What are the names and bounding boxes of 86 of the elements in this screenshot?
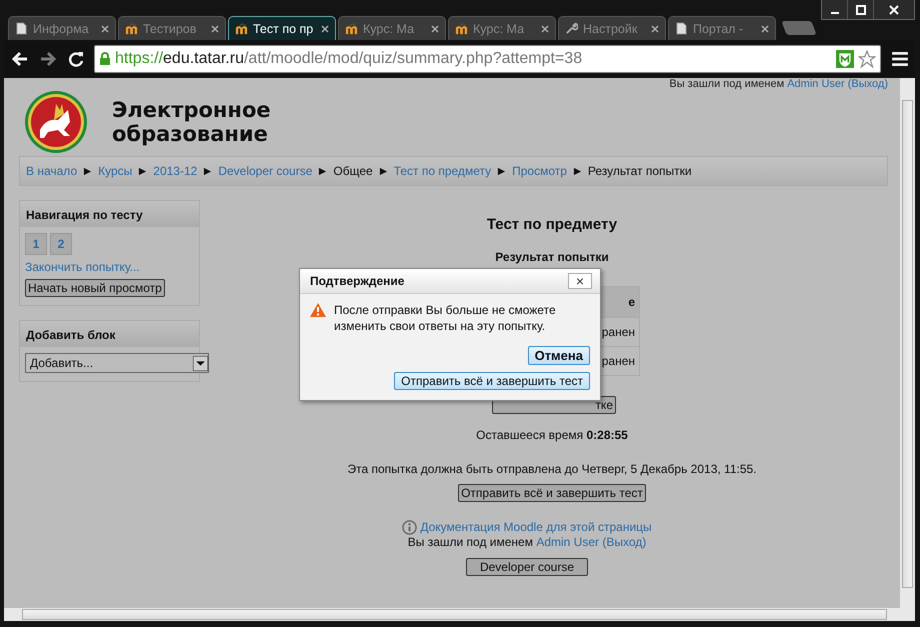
minimize-button[interactable] xyxy=(822,0,848,19)
documentation-link[interactable]: Документация Moodle для этой страницы xyxy=(420,520,652,535)
page-icon xyxy=(675,22,688,35)
breadcrumb-link[interactable]: Тест по предмету xyxy=(394,164,492,178)
add-block-dropdown[interactable]: Добавить... xyxy=(25,353,209,373)
submit-all-button[interactable]: Отправить всё и завершить тест xyxy=(394,372,590,390)
star-icon[interactable] xyxy=(858,50,876,68)
browser-tab[interactable]: Тестиров xyxy=(118,16,226,40)
quiz-title: Тест по предмету xyxy=(486,216,618,233)
browser-tab[interactable]: Тест по пр xyxy=(228,16,336,40)
close-icon[interactable] xyxy=(541,24,549,32)
new-preview-button[interactable]: Начать новый просмотр xyxy=(25,279,165,297)
page-icon xyxy=(15,22,28,35)
course-button[interactable]: Developer course xyxy=(466,558,588,576)
breadcrumb-link[interactable]: Developer course xyxy=(218,164,312,178)
deadline-text: Эта попытка должна быть отправлена до Четверг, 5 Декабрь 2013, 11:55. xyxy=(347,462,757,476)
scrollbar-thumb[interactable] xyxy=(902,100,913,588)
close-icon[interactable] xyxy=(321,24,329,32)
triangle-icon xyxy=(572,166,582,176)
login-info: Вы зашли под именем Admin User (Выход) xyxy=(668,78,888,90)
browser-tab[interactable]: Курс: Ма xyxy=(448,16,556,40)
triangle-icon xyxy=(83,166,92,176)
browser-tab[interactable]: Настройк xyxy=(558,16,666,40)
question-number-button[interactable]: 2 xyxy=(50,233,72,255)
close-icon[interactable] xyxy=(651,24,659,32)
reload-icon[interactable] xyxy=(66,49,86,69)
minimize-icon xyxy=(830,12,838,14)
user-link[interactable]: Admin User xyxy=(536,535,599,549)
back-arrow-icon[interactable] xyxy=(10,49,30,69)
maximize-button[interactable] xyxy=(848,0,874,19)
forward-arrow-icon[interactable] xyxy=(38,49,58,69)
close-button[interactable]: × xyxy=(568,273,592,289)
warning-icon xyxy=(310,303,326,317)
finish-attempt-link[interactable]: Закончить попытку... xyxy=(25,260,140,274)
browser-tab[interactable]: Курс: Ма xyxy=(338,16,446,40)
emblem-logo xyxy=(24,90,88,154)
shield-icon[interactable] xyxy=(836,50,854,68)
time-remaining: Оставшееся время 0:28:55 xyxy=(476,428,628,442)
close-icon[interactable] xyxy=(761,24,769,32)
browser-tab[interactable]: Информа xyxy=(8,16,116,40)
close-window-button[interactable] xyxy=(874,0,914,19)
close-icon xyxy=(889,4,899,14)
user-link[interactable]: Admin User xyxy=(787,78,845,90)
site-title: Электронное xyxy=(112,98,271,122)
close-icon[interactable] xyxy=(211,24,219,32)
close-icon[interactable] xyxy=(431,24,439,32)
triangle-icon xyxy=(497,166,506,176)
block-title: Навигация по тесту xyxy=(20,201,199,227)
breadcrumb-link[interactable]: Просмотр xyxy=(512,164,567,178)
m-logo-icon xyxy=(345,22,358,35)
m-logo-icon xyxy=(125,22,138,35)
breadcrumb-link[interactable]: 2013-12 xyxy=(153,164,198,178)
close-icon[interactable] xyxy=(101,24,109,32)
horizontal-scrollbar[interactable] xyxy=(4,608,915,621)
info-icon xyxy=(402,520,418,535)
vertical-scrollbar[interactable] xyxy=(900,78,915,608)
triangle-icon xyxy=(203,166,212,176)
login-info: Вы зашли под именем Admin User (Выход) xyxy=(408,535,646,550)
section-heading: Результат попытки xyxy=(495,250,609,264)
breadcrumb-text: Результат попытки xyxy=(588,164,692,178)
triangle-icon xyxy=(138,166,148,176)
logout-link[interactable]: (Выход) xyxy=(602,535,646,549)
triangle-icon xyxy=(318,166,328,176)
m-logo-icon xyxy=(455,22,468,35)
triangle-icon xyxy=(378,166,388,176)
breadcrumb-text: Общее xyxy=(333,164,373,178)
dropdown-arrow-icon xyxy=(193,356,208,370)
cancel-button[interactable]: Отмена xyxy=(528,346,590,365)
question-number-button[interactable]: 1 xyxy=(25,233,47,255)
lock-icon xyxy=(99,52,111,66)
block-title: Добавить блок xyxy=(20,321,199,347)
new-tab-button[interactable] xyxy=(781,21,817,35)
scrollbar-thumb[interactable] xyxy=(22,609,887,620)
url-text: https://edu.tatar.ru/att/moodle/mod/quiz/summary.php?attempt=38 xyxy=(115,50,584,68)
address-bar[interactable]: https://edu.tatar.ru/att/moodle/mod/quiz/summary.php?attempt=38 xyxy=(94,45,881,73)
browser-tab[interactable]: Портал - xyxy=(668,16,776,40)
breadcrumb-link[interactable]: В начало xyxy=(26,164,78,178)
site-title: образование xyxy=(112,122,269,146)
submit-all-button[interactable]: Отправить всё и завершить тест xyxy=(458,484,646,502)
wrench-icon xyxy=(565,22,578,35)
m-logo-icon xyxy=(235,22,248,35)
breadcrumb-link[interactable]: Курсы xyxy=(98,164,132,178)
logout-link[interactable]: (Выход) xyxy=(848,78,888,90)
dialog-title: Подтверждение xyxy=(310,274,404,288)
menu-icon[interactable] xyxy=(891,50,909,68)
maximize-icon xyxy=(856,4,866,14)
